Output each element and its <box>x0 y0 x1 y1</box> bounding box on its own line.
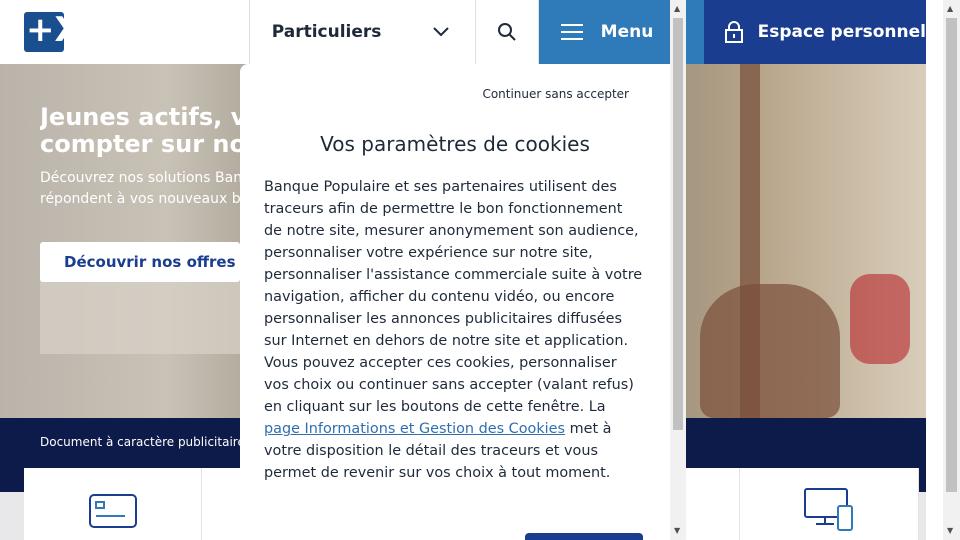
menu-label: Menu <box>600 22 654 42</box>
segment-label: Particuliers <box>271 22 382 42</box>
hero-text-line1: Découvrez nos solutions Banque Populaire… <box>40 170 240 186</box>
hero-text: Découvrez nos solutions Banque Populaire… <box>40 168 240 210</box>
hero-text-line2: répondent à vos nouveaux besoins <box>40 191 240 207</box>
lock-icon <box>724 21 743 43</box>
disclaimer-text: Document à caractère publicitaire <box>40 435 240 449</box>
card-icon <box>89 494 137 528</box>
scroll-down-arrow-icon[interactable]: ▼ <box>947 526 953 535</box>
dialog-scrollbar[interactable]: ▲ ▼ <box>670 0 686 540</box>
cookie-action-button[interactable] <box>525 533 643 540</box>
discover-offers-label: Découvrir nos offres <box>64 253 236 271</box>
page-scrollbar-thumb[interactable] <box>946 18 957 492</box>
espace-personnel-button[interactable]: Espace personnel <box>703 0 926 64</box>
hero-image-artwork <box>850 274 910 364</box>
site-header: +X Particuliers Menu Espace personnel <box>0 0 926 64</box>
cookie-dialog-title: Vos paramètres de cookies <box>320 132 590 156</box>
logo-area: +X <box>0 0 250 64</box>
segment-selector[interactable]: Particuliers <box>250 0 476 64</box>
page-scrollbar[interactable]: ▲ ▼ <box>943 0 960 540</box>
card-item[interactable] <box>686 468 740 540</box>
devices-icon <box>804 488 853 531</box>
card-item[interactable] <box>24 468 202 540</box>
dialog-scroll-up-icon[interactable]: ▲ <box>674 4 680 13</box>
hero-image-person <box>700 284 840 418</box>
dialog-scrollbar-thumb[interactable] <box>673 18 683 430</box>
card-item[interactable] <box>740 468 919 540</box>
discover-offers-button[interactable]: Découvrir nos offres <box>40 242 240 282</box>
page-edge <box>926 0 943 540</box>
espace-label: Espace personnel <box>757 22 926 42</box>
dialog-scroll-down-icon[interactable]: ▼ <box>674 526 680 535</box>
cookie-info-link[interactable]: page Informations et Gestion des Cookies <box>264 421 565 437</box>
search-icon <box>497 23 516 41</box>
chevron-down-icon <box>433 27 449 37</box>
continue-without-accepting-link[interactable]: Continuer sans accepter <box>482 87 629 101</box>
logo[interactable]: +X <box>24 12 64 52</box>
search-button[interactable] <box>476 0 539 64</box>
cookie-dialog-body: Banque Populaire et ses partenaires util… <box>264 176 644 484</box>
logo-text: +X <box>26 12 64 50</box>
scroll-up-arrow-icon[interactable]: ▲ <box>947 4 953 13</box>
hamburger-icon <box>560 24 583 40</box>
card-item[interactable] <box>202 468 242 540</box>
cookie-consent-dialog: Continuer sans accepter Vos paramètres d… <box>240 64 686 540</box>
cookie-body-text-before: Banque Populaire et ses partenaires util… <box>264 179 643 415</box>
